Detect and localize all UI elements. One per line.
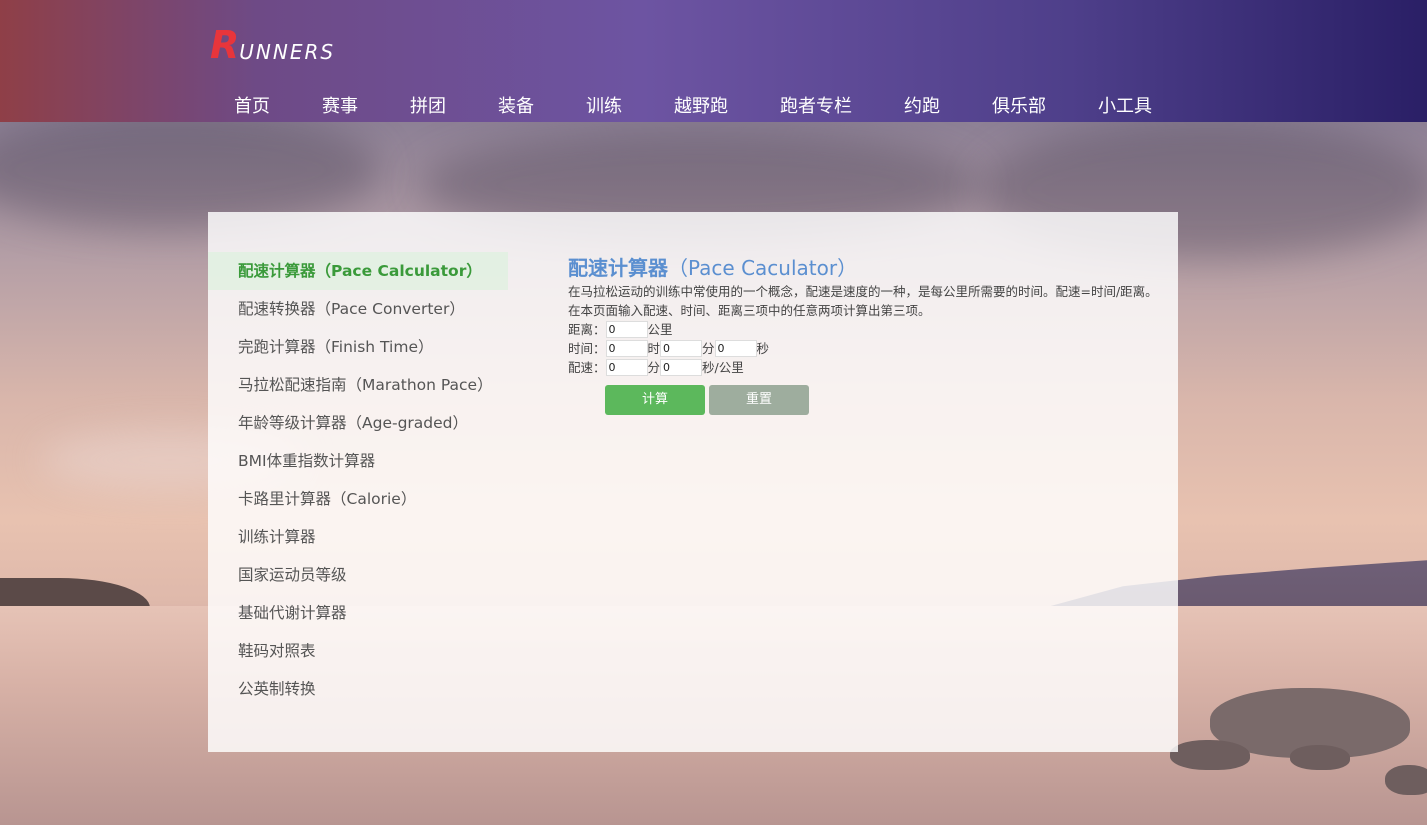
minutes-unit: 分 xyxy=(702,341,715,356)
logo-letter-r: R xyxy=(210,23,239,67)
sidebar-item-bmr[interactable]: 基础代谢计算器 xyxy=(208,594,508,632)
time-hours-input[interactable] xyxy=(605,340,648,357)
pace-seconds-input[interactable] xyxy=(660,359,703,376)
nav-item-clubs[interactable]: 俱乐部 xyxy=(992,92,1046,118)
sidebar-item-unit-conversion[interactable]: 公英制转换 xyxy=(208,670,508,708)
pace-label: 配速： xyxy=(568,360,606,375)
calculate-button[interactable]: 计算 xyxy=(605,385,705,415)
reset-button[interactable]: 重置 xyxy=(709,385,809,415)
tools-sidebar: 配速计算器（Pace Calculator） 配速转换器（Pace Conver… xyxy=(208,252,508,708)
tools-panel: 配速计算器（Pace Calculator） 配速转换器（Pace Conver… xyxy=(208,212,1178,752)
title-cn: 配速计算器 xyxy=(568,256,668,280)
sidebar-item-training-calculator[interactable]: 训练计算器 xyxy=(208,518,508,556)
rock xyxy=(1385,765,1427,795)
nav-item-tools[interactable]: 小工具 xyxy=(1098,92,1152,118)
button-row: 计算 重置 xyxy=(568,385,1160,415)
time-row: 时间： 时 分 秒 xyxy=(568,339,1160,358)
nav-item-meetup-run[interactable]: 约跑 xyxy=(904,92,940,118)
nav-item-training[interactable]: 训练 xyxy=(586,92,622,118)
distance-unit: 公里 xyxy=(647,322,673,337)
time-seconds-input[interactable] xyxy=(714,340,757,357)
sidebar-item-pace-calculator[interactable]: 配速计算器（Pace Calculator） xyxy=(208,252,508,290)
pace-seconds-unit: 秒/公里 xyxy=(702,360,744,375)
rock xyxy=(1290,745,1350,770)
title-en: （Pace Caculator） xyxy=(668,256,858,280)
page-title: 配速计算器（Pace Caculator） xyxy=(568,254,1160,282)
pace-minutes-unit: 分 xyxy=(647,360,661,375)
nav-item-home[interactable]: 首页 xyxy=(234,92,270,118)
sidebar-item-shoe-size[interactable]: 鞋码对照表 xyxy=(208,632,508,670)
hours-unit: 时 xyxy=(647,341,661,356)
nav-item-group-buy[interactable]: 拼团 xyxy=(410,92,446,118)
time-minutes-input[interactable] xyxy=(660,340,703,357)
sidebar-item-athlete-grade[interactable]: 国家运动员等级 xyxy=(208,556,508,594)
logo-text: UNNERS xyxy=(239,40,336,64)
nav-item-trail-running[interactable]: 越野跑 xyxy=(674,92,728,118)
time-label: 时间： xyxy=(568,341,606,356)
sidebar-item-calorie[interactable]: 卡路里计算器（Calorie） xyxy=(208,480,508,518)
pace-row: 配速： 分 秒/公里 xyxy=(568,358,1160,377)
sidebar-item-bmi[interactable]: BMI体重指数计算器 xyxy=(208,442,508,480)
distance-row: 距离： 公里 xyxy=(568,320,1160,339)
site-header: R UNNERS 首页 赛事 拼团 装备 训练 越野跑 跑者专栏 约跑 俱乐部 … xyxy=(0,0,1427,122)
nav-item-races[interactable]: 赛事 xyxy=(322,92,358,118)
sidebar-item-marathon-pace[interactable]: 马拉松配速指南（Marathon Pace） xyxy=(208,366,508,404)
pace-calculator-content: 配速计算器（Pace Caculator） 在马拉松运动的训练中常使用的一个概念… xyxy=(568,254,1160,415)
distance-input[interactable] xyxy=(605,321,648,338)
runners-logo[interactable]: R UNNERS xyxy=(210,23,336,67)
rock xyxy=(1170,740,1250,770)
nav-item-runner-column[interactable]: 跑者专栏 xyxy=(780,92,852,118)
seconds-unit: 秒 xyxy=(756,341,770,356)
calculator-description: 在马拉松运动的训练中常使用的一个概念，配速是速度的一种，是每公里所需要的时间。配… xyxy=(568,284,1158,318)
sidebar-item-pace-converter[interactable]: 配速转换器（Pace Converter） xyxy=(208,290,508,328)
distance-label: 距离： xyxy=(568,322,606,337)
sidebar-item-finish-time[interactable]: 完跑计算器（Finish Time） xyxy=(208,328,508,366)
pace-minutes-input[interactable] xyxy=(605,359,648,376)
nav-item-gear[interactable]: 装备 xyxy=(498,92,534,118)
sidebar-item-age-graded[interactable]: 年龄等级计算器（Age-graded） xyxy=(208,404,508,442)
island xyxy=(0,578,150,608)
